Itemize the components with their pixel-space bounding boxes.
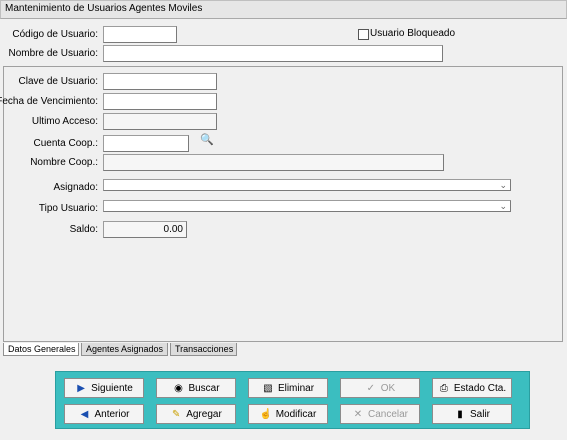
button-bar: ▶ Siguiente ◉ Buscar ▧ Eliminar ✓ OK ⎙ E… [55,371,530,429]
buscar-label: Buscar [188,382,220,394]
codigo-usuario-input[interactable] [103,26,177,43]
agregar-button[interactable]: ✎ Agregar [156,404,236,424]
salir-button[interactable]: ▮ Salir [432,404,512,424]
nombre-coop-input[interactable] [103,154,444,171]
cancelar-button[interactable]: ✕ Cancelar [340,404,420,424]
triangle-left-icon: ◀ [80,408,89,420]
window-title: Mantenimiento de Usuarios Agentes Movile… [5,3,203,14]
modificar-label: Modificar [275,408,317,420]
tab-transacciones[interactable]: Transacciones [170,343,237,356]
ultimo-acceso-input[interactable] [103,113,217,130]
estado-cta-button[interactable]: ⎙ Estado Cta. [432,378,512,398]
usuario-bloqueado-checkbox[interactable] [358,29,369,40]
cuenta-coop-input[interactable] [103,135,189,152]
siguiente-label: Siguiente [91,382,133,394]
checkmark-icon: ✓ [366,382,375,394]
tipo-usuario-select[interactable]: ⌄ [103,200,511,212]
nombre-usuario-label: Nombre de Usuario: [8,48,98,59]
x-icon: ✕ [353,408,363,420]
saldo-label: Saldo: [69,224,98,235]
nombre-coop-label: Nombre Coop.: [30,157,98,168]
tab-datos-generales[interactable]: Datos Generales [3,343,79,356]
eliminar-button[interactable]: ▧ Eliminar [248,378,328,398]
saldo-value: 0.00 [103,221,187,238]
modificar-button[interactable]: ☝ Modificar [248,404,328,424]
buscar-button[interactable]: ◉ Buscar [156,378,236,398]
cuenta-coop-label: Cuenta Coop.: [33,138,99,149]
hand-edit-icon: ☝ [259,408,273,420]
eliminar-label: Eliminar [277,382,315,394]
anterior-label: Anterior [94,408,130,420]
chevron-down-icon[interactable]: ⌄ [499,180,507,191]
search-coop-icon[interactable]: 🔍 [200,133,216,147]
chevron-down-icon[interactable]: ⌄ [499,201,507,212]
clave-usuario-label: Clave de Usuario: [18,76,98,87]
fecha-vencimiento-input[interactable] [103,93,217,110]
asignado-label: Asignado: [53,182,98,193]
cancelar-label: Cancelar [367,408,409,420]
estado-cta-label: Estado Cta. [453,382,507,394]
ultimo-acceso-label: Ultimo Acceso: [31,116,98,127]
triangle-right-icon: ▶ [77,382,85,394]
pencil-icon: ✎ [172,408,181,420]
codigo-usuario-label: Código de Usuario: [12,29,98,40]
ok-button[interactable]: ✓ OK [340,378,420,398]
binoculars-icon: ◉ [174,382,183,394]
clave-usuario-input[interactable] [103,73,217,90]
anterior-button[interactable]: ◀ Anterior [64,404,144,424]
asignado-select[interactable]: ⌄ [103,179,511,191]
salir-label: Salir [469,408,490,420]
usuario-bloqueado-label: Usuario Bloqueado [370,28,456,39]
tab-agentes-asignados[interactable]: Agentes Asignados [81,343,168,356]
ok-label: OK [380,382,396,394]
nombre-usuario-input[interactable] [103,45,443,62]
agregar-label: Agregar [186,408,222,420]
tipo-usuario-label: Tipo Usuario: [38,203,98,214]
trash-icon: ▧ [263,382,273,394]
door-exit-icon: ▮ [457,408,463,420]
window-titlebar: Mantenimiento de Usuarios Agentes Movile… [0,0,567,19]
siguiente-button[interactable]: ▶ Siguiente [64,378,144,398]
printer-icon: ⎙ [439,382,448,394]
fecha-vencimiento-label: Fecha de Vencimiento: [0,96,98,107]
